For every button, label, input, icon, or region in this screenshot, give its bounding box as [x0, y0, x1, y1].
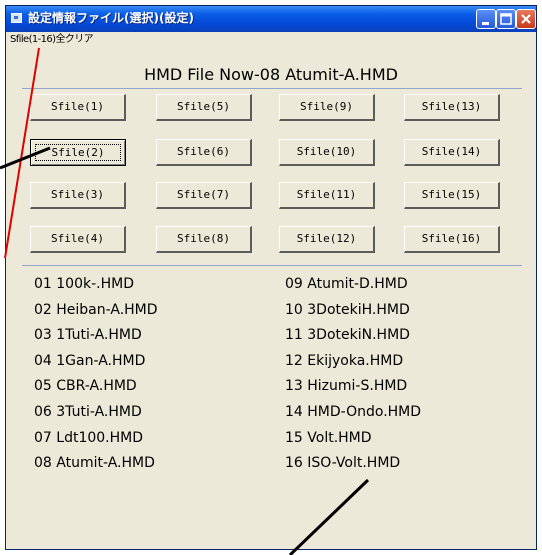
- file-item: 09 Atumit-D.HMD: [285, 276, 408, 292]
- close-icon: [521, 14, 531, 24]
- current-file-label: HMD File Now-08 Atumit-A.HMD: [144, 65, 398, 84]
- file-item: 07 Ldt100.HMD: [34, 429, 143, 446]
- title-bar[interactable]: 設定情報ファイル(選択)(設定): [6, 6, 536, 32]
- file-item: 12 Ekijyoka.HMD: [285, 352, 404, 369]
- file-item: 04 1Gan-A.HMD: [34, 352, 146, 369]
- sfile-button-1[interactable]: Sfile(1): [30, 94, 126, 121]
- divider-top: [22, 88, 522, 89]
- window-title: 設定情報ファイル(選択)(設定): [28, 11, 194, 25]
- sfile-button-15[interactable]: Sfile(12): [279, 226, 375, 253]
- divider-bottom: [22, 265, 522, 266]
- file-item: 15 Volt.HMD: [285, 429, 372, 446]
- menu-bar: Sfile(1-16)全クリア: [6, 32, 536, 48]
- file-item: 05 CBR-A.HMD: [34, 378, 137, 395]
- sfile-button-16[interactable]: Sfile(16): [404, 226, 500, 253]
- file-item: 16 ISO-Volt.HMD: [285, 455, 401, 472]
- main-window: 設定情報ファイル(選択)(設定) Sfile(1-16)全クリア HMD Fil…: [5, 5, 537, 550]
- file-item: 08 Atumit-A.HMD: [34, 455, 155, 472]
- sfile-button-3[interactable]: Sfile(9): [279, 94, 375, 121]
- maximize-button[interactable]: [496, 9, 516, 29]
- file-item: 10 3DotekiH.HMD: [285, 301, 410, 318]
- sfile-button-2[interactable]: Sfile(5): [156, 94, 252, 121]
- file-item: 02 Heiban-A.HMD: [34, 301, 158, 318]
- file-item: 14 HMD-Ondo.HMD: [285, 404, 422, 420]
- sfile-button-8[interactable]: Sfile(14): [404, 139, 500, 166]
- file-item: 11 3DotekiN.HMD: [285, 327, 410, 344]
- sfile-button-6[interactable]: Sfile(6): [156, 139, 252, 166]
- close-button[interactable]: [516, 9, 536, 29]
- sfile-button-13[interactable]: Sfile(4): [30, 226, 126, 253]
- minimize-icon: [482, 22, 489, 25]
- maximize-icon: [500, 13, 512, 25]
- sfile-button-4[interactable]: Sfile(13): [404, 94, 500, 121]
- minimize-button[interactable]: [476, 9, 496, 29]
- sfile-button-14[interactable]: Sfile(8): [156, 226, 252, 253]
- sfile-button-10[interactable]: Sfile(7): [156, 182, 252, 209]
- file-item: 01 100k-.HMD: [34, 276, 134, 292]
- sfile-button-11[interactable]: Sfile(11): [279, 182, 375, 209]
- sfile-button-9[interactable]: Sfile(3): [30, 182, 126, 209]
- file-item: 13 Hizumi-S.HMD: [285, 378, 408, 395]
- app-icon[interactable]: [11, 13, 22, 23]
- menu-item-clear-all[interactable]: Sfile(1-16)全クリア: [10, 33, 94, 46]
- sfile-button-7[interactable]: Sfile(10): [279, 139, 375, 166]
- sfile-button-5[interactable]: Sfile(2): [30, 139, 126, 166]
- file-item: 03 1Tuti-A.HMD: [34, 327, 142, 344]
- sfile-button-12[interactable]: Sfile(15): [404, 182, 500, 209]
- file-item: 06 3Tuti-A.HMD: [34, 404, 142, 420]
